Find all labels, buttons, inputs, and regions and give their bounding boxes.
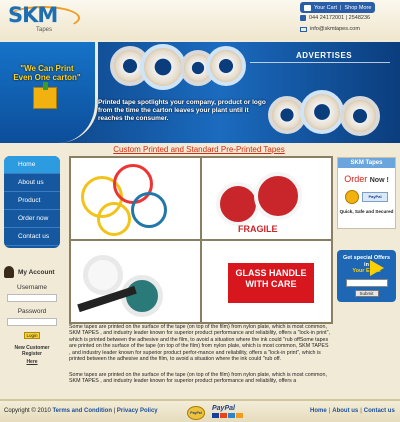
login-button[interactable]: Login	[24, 332, 40, 339]
password-label: Password	[17, 308, 47, 315]
tape-dispenser-image	[340, 96, 380, 136]
gift-box-icon	[33, 82, 57, 109]
advertises-heading: ADVERTISES	[296, 51, 353, 60]
mastercard-icon	[220, 413, 227, 418]
privacy-link[interactable]: Privacy Policy	[117, 408, 158, 414]
separator: |	[340, 4, 342, 11]
sidebar-item-product[interactable]: Product	[4, 192, 60, 210]
separator: |	[328, 408, 331, 414]
logo-subtitle: Tapes	[36, 27, 53, 33]
page-title: Custom Printed and Standard Pre-Printed …	[113, 145, 285, 154]
divider	[250, 62, 390, 63]
glass-handle-card: GLASS HANDLE WITH CARE	[228, 263, 314, 303]
account-panel: My Account Username Password Login New C…	[4, 266, 60, 365]
paypal-logo: PayPal	[212, 405, 248, 421]
mail-icon	[300, 26, 307, 32]
product-image-fragile-tapes[interactable]	[70, 157, 201, 240]
payment-row: PayPal	[338, 190, 395, 204]
tape-roll-image	[97, 202, 131, 236]
tape-roll-image	[131, 192, 167, 228]
newsletter-email-input[interactable]	[345, 278, 388, 287]
banner-promo-panel: "We Can Print Even One carton"	[0, 42, 98, 143]
arrow-icon	[370, 260, 384, 276]
glass-card-line-3: WITH	[245, 279, 269, 289]
header: SKM Tapes Your Cart | Shop More 044 2417…	[0, 0, 400, 40]
register-text: New Customer Register	[14, 345, 50, 357]
register-link[interactable]: Here	[4, 359, 60, 365]
banner: "We Can Print Even One carton" ADVERTISE…	[0, 42, 400, 143]
description-paragraph-1: Some tapes are printed on the surface of…	[69, 324, 330, 363]
footer-left: Copyright © 2010 Terms and Condition | P…	[4, 408, 158, 414]
email-link[interactable]: info@skmtapes.com	[310, 26, 360, 32]
tape-roll-image	[254, 172, 302, 220]
secure-seal-icon	[345, 190, 359, 204]
glass-card-line-1: GLASS	[235, 268, 267, 278]
sidebar-item-contact-us[interactable]: Contact us	[4, 228, 60, 246]
logo[interactable]: SKM Tapes	[4, 3, 80, 39]
account-heading: My Account	[4, 266, 60, 278]
user-icon	[4, 266, 14, 278]
description-paragraph-2: Some tapes are printed on the surface of…	[69, 372, 327, 385]
banner-promo-text: "We Can Print Even One carton"	[4, 64, 90, 82]
password-input[interactable]	[7, 318, 57, 326]
order-now-text: Order Now !	[338, 174, 395, 184]
cart-icon	[304, 4, 311, 11]
product-image-fragile-rolls[interactable]: FRAGILE	[201, 157, 332, 240]
newsletter-text: Get special Offers in Your Email	[337, 250, 396, 275]
footer-about-link[interactable]: About us	[332, 408, 358, 414]
account-title: My Account	[18, 268, 55, 276]
sidebar-item-order-now[interactable]: Order now	[4, 210, 60, 228]
banner-description: Printed tape spotlights your company, pr…	[98, 99, 266, 122]
top-nav: Your Cart | Shop More	[300, 2, 376, 13]
username-input[interactable]	[7, 294, 57, 302]
visa-card-icon	[212, 413, 219, 418]
paypal-seal: PayPal	[187, 406, 205, 420]
promo-line-2: Even One carton"	[13, 73, 81, 82]
fragile-label: FRAGILE	[238, 224, 278, 234]
phone-icon	[300, 15, 306, 21]
shop-more-link[interactable]: Shop More	[344, 5, 371, 11]
tape-roll-image	[83, 255, 123, 295]
order-word: Order	[344, 174, 368, 184]
glass-card-line-4: CARE	[271, 279, 297, 289]
logo-text: SKM	[8, 3, 58, 27]
username-label: Username	[17, 284, 47, 291]
product-grid: FRAGILE GLASS HANDLE WITH CARE	[69, 156, 333, 324]
footer-home-link[interactable]: Home	[310, 408, 327, 414]
product-image-printed-tapes[interactable]	[70, 240, 201, 323]
email-line: info@skmtapes.com	[300, 26, 360, 32]
tape-roll-image	[206, 46, 246, 86]
sidebar-nav: Home About us Product Order now Contact …	[4, 156, 60, 248]
paypal-badge: PayPal	[362, 192, 388, 202]
footer: Copyright © 2010 Terms and Condition | P…	[0, 399, 400, 422]
product-image-glass-label[interactable]: GLASS HANDLE WITH CARE	[201, 240, 332, 323]
now-word: Now !	[369, 177, 389, 184]
order-box[interactable]: SKM Tapes Order Now ! PayPal Quick, Safe…	[337, 157, 396, 229]
card-icons	[212, 413, 248, 418]
newsletter-box: Get special Offers in Your Email Submit	[337, 250, 396, 302]
copyright-text: Copyright © 2010	[4, 408, 51, 414]
phone-number: 044 24172001 | 2548236	[309, 15, 371, 21]
tape-roll-image	[216, 182, 260, 226]
submit-button[interactable]: Submit	[354, 289, 379, 297]
glass-card-line-2: HANDLE	[269, 268, 307, 278]
order-box-header: SKM Tapes	[338, 158, 395, 168]
phone-line: 044 24172001 | 2548236	[300, 15, 370, 21]
tape-dispenser-image	[300, 90, 344, 134]
amex-card-icon	[228, 413, 235, 418]
promo-line-1: "We Can Print	[20, 64, 74, 73]
discover-card-icon	[236, 413, 243, 418]
paypal-logo-text: PayPal	[212, 405, 235, 412]
footer-contact-link[interactable]: Contact us	[364, 408, 395, 414]
separator: |	[360, 408, 362, 414]
cart-link[interactable]: Your Cart	[314, 5, 337, 11]
footer-right: Home | About us | Contact us	[310, 408, 395, 414]
sidebar-item-about-us[interactable]: About us	[4, 174, 60, 192]
sidebar-item-home[interactable]: Home	[4, 156, 60, 174]
order-caption: Quick, Safe and Secured	[339, 209, 394, 214]
terms-link[interactable]: Terms and Condition	[52, 408, 112, 414]
